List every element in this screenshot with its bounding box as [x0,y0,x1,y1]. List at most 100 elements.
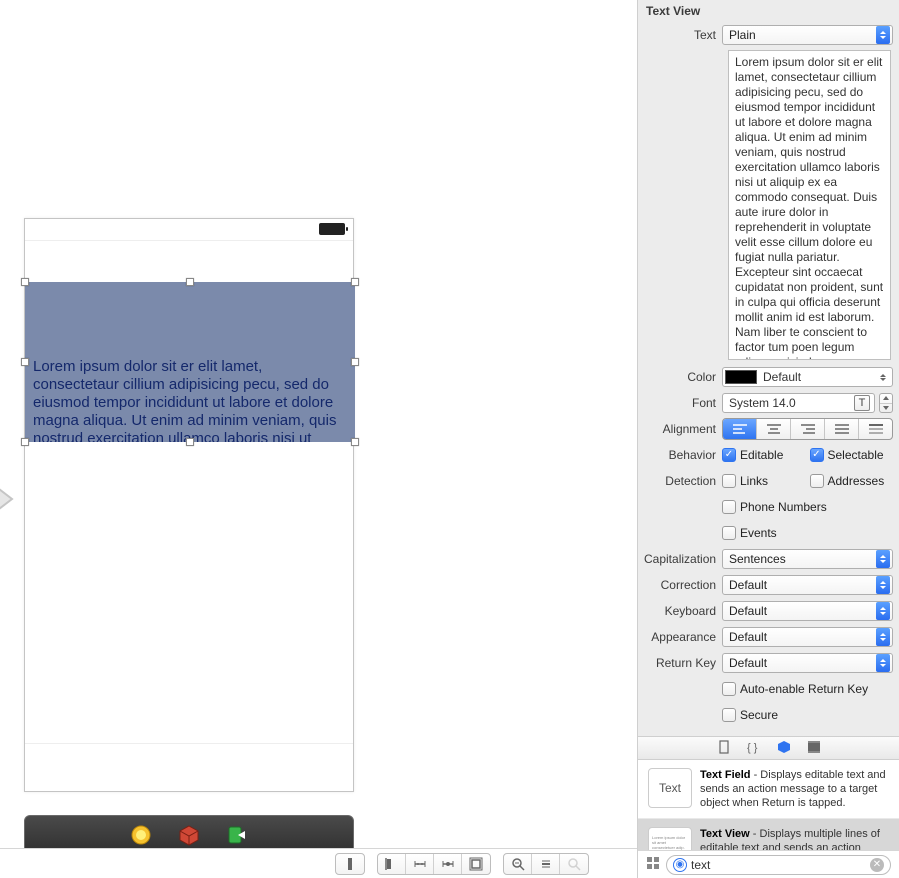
align-right-button[interactable] [791,419,825,439]
dock-item-green-exit-icon[interactable] [226,824,248,849]
text-content-box[interactable]: Lorem ipsum dolor sit er elit lamet, con… [728,50,891,360]
resize-handle-tm[interactable] [186,278,194,286]
appearance-popup[interactable]: Default [722,627,893,647]
pin-tool-button[interactable] [406,854,434,874]
auto-enable-checkbox[interactable] [722,682,736,696]
canvas-area[interactable]: Lorem ipsum dolor sit er elit lamet, con… [0,0,637,878]
events-label: Events [740,526,777,540]
zoom-in-button[interactable] [560,854,588,874]
view-mode-group [335,853,365,875]
text-type-label: Text [644,28,722,42]
links-checkbox[interactable] [722,474,736,488]
font-size-stepper[interactable] [879,393,893,413]
color-well[interactable]: Default [722,367,893,387]
text-type-value: Plain [729,28,756,42]
editable-label: Editable [740,448,783,462]
chevron-icon [876,602,890,620]
addresses-checkbox[interactable] [810,474,824,488]
resize-handle-ml[interactable] [21,358,29,366]
filter-clear-icon[interactable]: ✕ [870,858,884,872]
library-item-text-field[interactable]: Text Text Field - Displays editable text… [638,760,899,819]
resize-handle-bm[interactable] [186,438,194,446]
align-justify-button[interactable] [825,419,859,439]
capitalization-popup[interactable]: Sentences [722,549,893,569]
lib-thumb-text-field: Text [648,768,692,808]
toolbar-placeholder [25,743,353,791]
return-key-label: Return Key [644,656,722,670]
filter-scope-icon[interactable]: ◉ [673,858,687,872]
editable-checkbox[interactable] [722,448,736,462]
chevron-icon [876,26,890,44]
detection-label: Detection [644,474,722,488]
lib-tab-objects-icon[interactable] [777,740,791,757]
correction-popup[interactable]: Default [722,575,893,595]
color-swatch [725,370,757,384]
resize-handle-tl[interactable] [21,278,29,286]
secure-checkbox[interactable] [722,708,736,722]
phone-label: Phone Numbers [740,500,827,514]
font-picker-icon[interactable]: T [854,395,870,411]
battery-icon [319,223,345,235]
resize-handle-bl[interactable] [21,438,29,446]
appearance-label: Appearance [644,630,722,644]
resize-handle-tr[interactable] [351,278,359,286]
color-label: Color [644,370,722,384]
zoom-actual-button[interactable] [532,854,560,874]
inspector-body: Text Plain Lorem ipsum dolor sit er elit… [638,24,899,736]
align-tool-button[interactable] [378,854,406,874]
selectable-label: Selectable [828,448,884,462]
keyboard-popup[interactable]: Default [722,601,893,621]
font-label: Font [644,396,722,410]
library-tabs: { } [638,736,899,760]
device-frame[interactable]: Lorem ipsum dolor sit er elit lamet, con… [24,218,354,792]
correction-label: Correction [644,578,722,592]
library-filter-bar: ◉ text ✕ [638,850,899,878]
resolve-tool-button[interactable] [434,854,462,874]
color-value: Default [763,370,876,384]
align-center-button[interactable] [757,419,791,439]
lib-tab-snippets-icon[interactable]: { } [747,740,761,757]
events-checkbox[interactable] [722,526,736,540]
lib-desc-text-field: Text Field - Displays editable text and … [700,768,889,810]
library-filter-field[interactable]: ◉ text ✕ [666,855,891,875]
filter-text: text [691,858,866,872]
align-left-button[interactable] [723,419,757,439]
font-field[interactable]: System 14.0 T [722,393,875,413]
selected-text-view[interactable]: Lorem ipsum dolor sit er elit lamet, con… [25,282,355,442]
align-natural-button[interactable] [859,419,892,439]
text-type-popup[interactable]: Plain [722,25,893,45]
resize-handle-br[interactable] [351,438,359,446]
zoom-out-button[interactable] [504,854,532,874]
inspector-section-title: Text View [638,0,899,24]
dock-item-red-cube-icon[interactable] [178,824,200,849]
behavior-label: Behavior [644,448,722,462]
keyboard-label: Keyboard [644,604,722,618]
constraint-tools-group [377,853,491,875]
dock-item-yellow-icon[interactable] [130,824,152,849]
lib-tab-file-icon[interactable] [717,740,731,757]
secure-label: Secure [740,708,778,722]
resize-handle-mr[interactable] [351,358,359,366]
view-mode-button[interactable] [336,854,364,874]
zoom-tools-group [503,853,589,875]
expand-arrow-icon[interactable] [0,485,18,513]
auto-enable-label: Auto-enable Return Key [740,682,868,696]
status-bar [25,219,353,241]
library-grid-toggle-icon[interactable] [646,856,660,873]
chevron-icon [876,576,890,594]
chevron-icon [876,550,890,568]
return-key-popup[interactable]: Default [722,653,893,673]
alignment-label: Alignment [644,422,722,436]
capitalization-label: Capitalization [644,552,722,566]
svg-text:{ }: { } [747,742,758,754]
links-label: Links [740,474,768,488]
selectable-checkbox[interactable] [810,448,824,462]
alignment-segmented [722,418,893,440]
chevron-icon [876,628,890,646]
lib-tab-media-icon[interactable] [807,740,821,757]
resizing-tool-button[interactable] [462,854,490,874]
chevron-icon [876,654,890,672]
editor-bottom-toolbar [0,848,637,878]
phone-checkbox[interactable] [722,500,736,514]
font-value: System 14.0 [729,396,850,410]
